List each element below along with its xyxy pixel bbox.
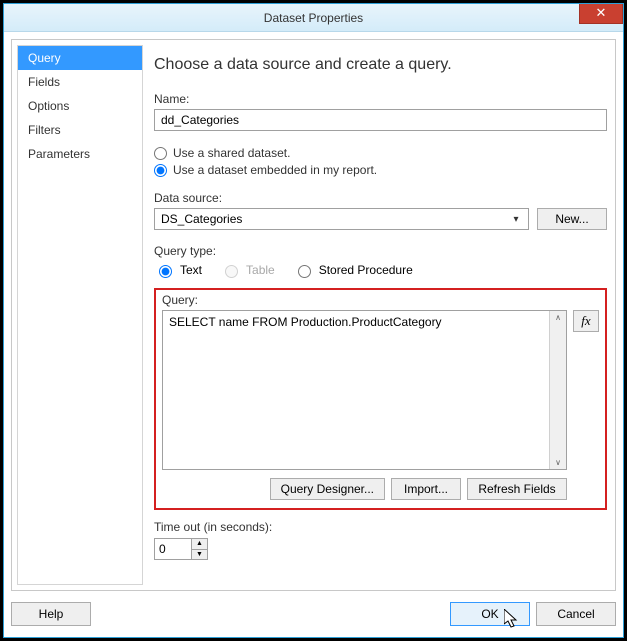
footer-bar: Help OK Cancel <box>11 599 616 629</box>
sidebar-item-fields[interactable]: Fields <box>18 70 142 94</box>
sidebar-item-query[interactable]: Query <box>18 46 142 70</box>
sidebar: Query Fields Options Filters Parameters <box>17 45 143 585</box>
close-button[interactable]: ✕ <box>579 4 623 24</box>
ok-button[interactable]: OK <box>450 602 530 626</box>
dialog-body: Query Fields Options Filters Parameters … <box>11 39 616 591</box>
refresh-fields-button[interactable]: Refresh Fields <box>467 478 567 500</box>
scroll-up-icon[interactable]: ∧ <box>555 313 561 322</box>
radio-shared-label: Use a shared dataset. <box>173 146 290 160</box>
query-text-wrap: ∧ ∨ <box>162 310 567 470</box>
query-type-group: Text Table Stored Procedure <box>154 262 607 278</box>
dialog-window: Dataset Properties ✕ Query Fields Option… <box>3 3 624 638</box>
data-source-value: DS_Categories <box>161 212 242 226</box>
radio-shared-dataset[interactable]: Use a shared dataset. <box>154 146 607 160</box>
query-label: Query: <box>162 293 599 307</box>
spinner-down-button[interactable]: ▼ <box>192 550 207 560</box>
chevron-down-icon: ▾ <box>508 211 524 227</box>
data-source-select[interactable]: DS_Categories ▾ <box>154 208 529 230</box>
spinner-up-button[interactable]: ▲ <box>192 539 207 550</box>
query-textarea[interactable] <box>163 311 549 469</box>
data-source-label: Data source: <box>154 191 607 205</box>
query-type-label: Query type: <box>154 244 607 258</box>
query-designer-button[interactable]: Query Designer... <box>270 478 385 500</box>
radio-qtype-stored-procedure[interactable]: Stored Procedure <box>293 262 413 278</box>
sidebar-item-parameters[interactable]: Parameters <box>18 142 142 166</box>
timeout-input[interactable] <box>155 539 191 559</box>
scroll-down-icon[interactable]: ∨ <box>555 458 561 467</box>
page-heading: Choose a data source and create a query. <box>154 56 607 74</box>
radio-embedded-label: Use a dataset embedded in my report. <box>173 163 377 177</box>
cancel-button[interactable]: Cancel <box>536 602 616 626</box>
query-highlight-box: Query: ∧ ∨ fx Query Designer... <box>154 288 607 510</box>
fx-icon: fx <box>581 313 590 329</box>
radio-shared-input[interactable] <box>154 147 167 160</box>
radio-embedded-dataset[interactable]: Use a dataset embedded in my report. <box>154 163 607 177</box>
titlebar: Dataset Properties ✕ <box>4 4 623 32</box>
expression-button[interactable]: fx <box>573 310 599 332</box>
timeout-spinner[interactable]: ▲ ▼ <box>154 538 208 560</box>
radio-qtype-table: Table <box>220 262 275 278</box>
window-title: Dataset Properties <box>264 11 363 25</box>
sidebar-item-filters[interactable]: Filters <box>18 118 142 142</box>
name-label: Name: <box>154 92 607 106</box>
close-icon: ✕ <box>596 5 607 20</box>
content-panel: Choose a data source and create a query.… <box>154 48 607 582</box>
import-button[interactable]: Import... <box>391 478 461 500</box>
sidebar-item-options[interactable]: Options <box>18 94 142 118</box>
new-data-source-button[interactable]: New... <box>537 208 607 230</box>
radio-qtype-text[interactable]: Text <box>154 262 202 278</box>
help-button[interactable]: Help <box>11 602 91 626</box>
name-input[interactable] <box>154 109 607 131</box>
radio-embedded-input[interactable] <box>154 164 167 177</box>
timeout-label: Time out (in seconds): <box>154 520 607 534</box>
scrollbar[interactable]: ∧ ∨ <box>549 311 566 469</box>
